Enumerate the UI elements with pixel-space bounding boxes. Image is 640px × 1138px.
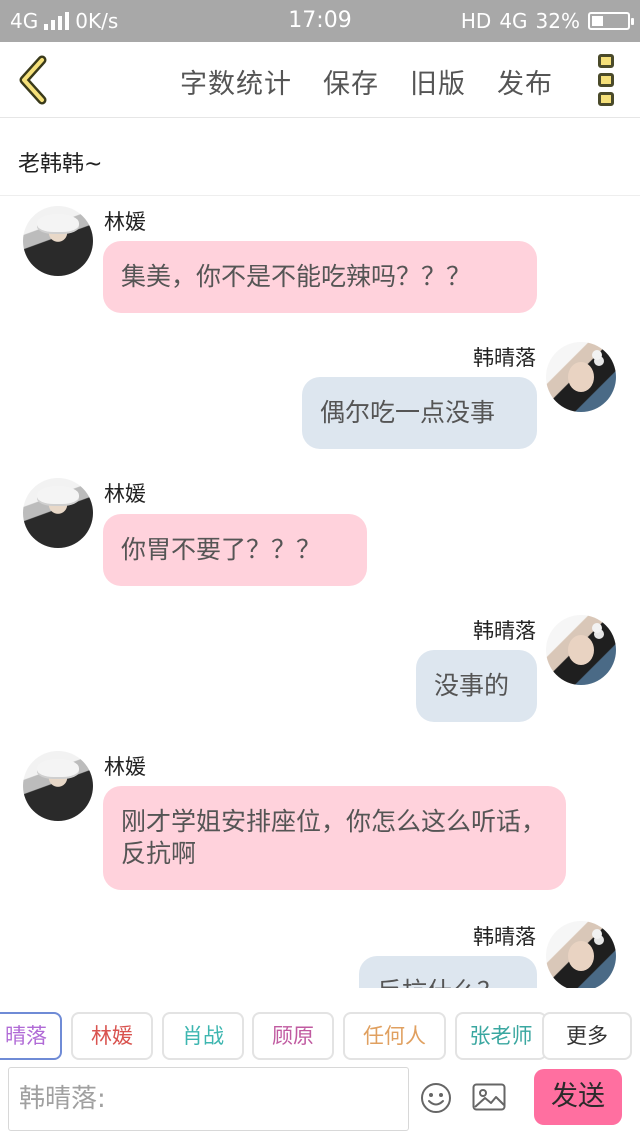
character-selector: 晴落 林媛 肖战 顾原 任何人 张老师 更多 xyxy=(0,1005,640,1065)
message-bubble[interactable]: 你胃不要了？？？ xyxy=(103,514,367,586)
image-icon xyxy=(472,1083,506,1111)
word-count-button[interactable]: 字数统计 xyxy=(180,62,292,101)
more-chips-button[interactable]: 更多 xyxy=(542,1012,632,1060)
more-menu-button[interactable] xyxy=(598,54,618,106)
character-chip[interactable]: 晴落 xyxy=(0,1012,62,1060)
chip-label: 肖战 xyxy=(182,1024,224,1048)
message-bubble[interactable]: 反抗什么？ xyxy=(359,956,537,988)
message-bubble[interactable]: 偶尔吃一点没事 xyxy=(302,377,537,449)
sender-name: 林媛 xyxy=(104,210,146,234)
battery-icon xyxy=(588,12,634,30)
publish-button[interactable]: 发布 xyxy=(497,62,553,101)
chip-label: 晴落 xyxy=(5,1024,47,1048)
sender-name: 韩晴落 xyxy=(473,619,536,643)
message-bubble[interactable]: 集美，你不是不能吃辣吗？？？ xyxy=(103,241,537,313)
more-dot xyxy=(598,73,614,87)
emoji-icon xyxy=(421,1083,451,1113)
battery-percent: 32% xyxy=(535,9,580,33)
more-dot xyxy=(598,92,614,106)
image-button[interactable] xyxy=(472,1083,506,1111)
send-button[interactable]: 发送 xyxy=(534,1069,622,1125)
input-area: 发送 xyxy=(0,1065,640,1138)
character-chip[interactable]: 肖战 xyxy=(162,1012,244,1060)
sender-name: 韩晴落 xyxy=(473,925,536,949)
old-version-button[interactable]: 旧版 xyxy=(410,62,466,101)
message-bubble[interactable]: 刚才学姐安排座位，你怎么这么听话，反抗啊 xyxy=(103,786,566,890)
save-button[interactable]: 保存 xyxy=(323,62,379,101)
chip-label: 张老师 xyxy=(469,1024,533,1048)
message-input[interactable] xyxy=(8,1067,409,1131)
battery-fill xyxy=(592,16,603,26)
character-chip[interactable]: 顾原 xyxy=(252,1012,334,1060)
sender-name: 林媛 xyxy=(104,755,146,779)
chevron-left-icon xyxy=(19,55,47,105)
message-list[interactable]: 林媛 集美，你不是不能吃辣吗？？？ 韩晴落 偶尔吃一点没事 林媛 你胃不要了？？… xyxy=(0,196,640,988)
message-bubble[interactable]: 没事的 xyxy=(416,650,537,722)
character-chip[interactable]: 林媛 xyxy=(71,1012,153,1060)
hd-label: HD xyxy=(460,9,492,33)
avatar[interactable] xyxy=(546,615,616,685)
status-bar: 4G 0K/s 17:09 HD 4G 32% xyxy=(0,0,640,42)
chip-label: 林媛 xyxy=(91,1024,133,1048)
network-right-label: 4G xyxy=(499,9,528,33)
chat-title[interactable]: 老韩韩~ xyxy=(0,118,640,196)
chip-label: 顾原 xyxy=(272,1024,314,1048)
avatar[interactable] xyxy=(23,206,93,276)
chip-label: 任何人 xyxy=(363,1024,426,1048)
sender-name: 韩晴落 xyxy=(473,346,536,370)
avatar[interactable] xyxy=(23,478,93,548)
character-chip[interactable]: 任何人 xyxy=(343,1012,446,1060)
top-toolbar: 字数统计 保存 旧版 发布 xyxy=(0,42,640,118)
status-right: HD 4G 32% xyxy=(460,9,634,33)
back-button[interactable] xyxy=(12,54,62,106)
character-chip[interactable]: 张老师 xyxy=(455,1012,547,1060)
more-vertical-icon xyxy=(598,54,614,68)
sender-name: 林媛 xyxy=(104,482,146,506)
avatar[interactable] xyxy=(546,921,616,988)
avatar[interactable] xyxy=(546,342,616,412)
emoji-button[interactable] xyxy=(420,1082,452,1114)
toolbar-actions: 字数统计 保存 旧版 发布 xyxy=(180,62,553,101)
avatar[interactable] xyxy=(23,751,93,821)
chip-label: 更多 xyxy=(566,1024,608,1048)
